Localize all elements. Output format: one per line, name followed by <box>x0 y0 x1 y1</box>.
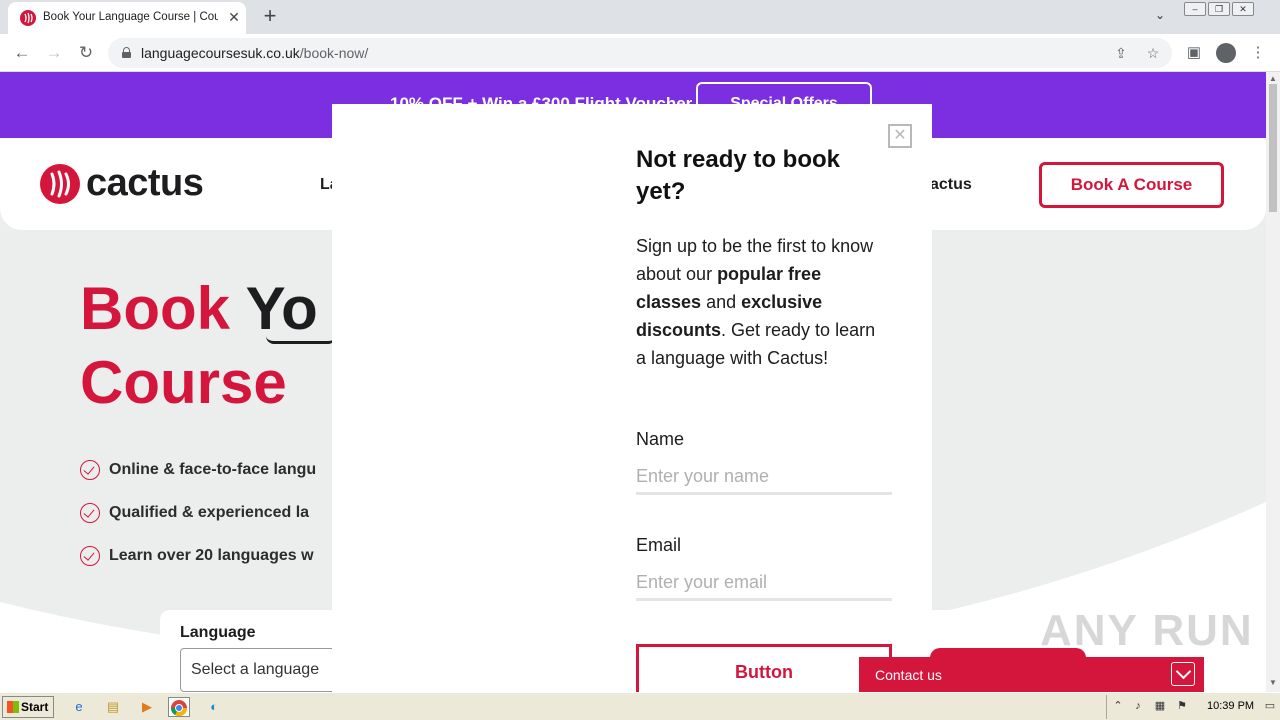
star-icon[interactable]: ☆ <box>1144 44 1162 62</box>
chevron-down-icon[interactable] <box>1171 662 1195 686</box>
show-desktop-icon[interactable]: ▭ <box>1263 699 1277 713</box>
submit-button[interactable]: Button <box>636 644 892 692</box>
reload-icon[interactable]: ↻ <box>74 41 98 65</box>
scroll-up-icon[interactable]: ▲ <box>1269 74 1277 83</box>
network-icon[interactable]: ▦ <box>1153 699 1167 713</box>
profile-icon[interactable] <box>1216 43 1236 63</box>
window-controls: – ❐ ✕ <box>1184 2 1254 16</box>
modal-close-icon[interactable]: ✕ <box>888 124 912 148</box>
language-label: Language <box>180 624 256 641</box>
lock-icon[interactable] <box>122 47 131 58</box>
internet-explorer-icon[interactable]: e <box>68 697 90 717</box>
back-arrow-icon[interactable]: ← <box>10 41 34 65</box>
feature-text: Online & face-to-face langu <box>109 461 317 478</box>
modal-body-text: Sign up to be the first to know about ou… <box>636 236 876 368</box>
nav-item-about-cactus[interactable]: actus <box>930 176 972 194</box>
system-tray: ⌃ ♪ ▦ ⚑ 10:39 PM ▭ <box>1106 695 1280 719</box>
tray-expand-icon[interactable]: ⌃ <box>1111 699 1125 713</box>
scroll-down-icon[interactable]: ▼ <box>1269 678 1277 687</box>
tab-search-chevron-icon[interactable]: ⌄ <box>1150 8 1170 26</box>
start-button[interactable]: Start <box>2 696 54 718</box>
kebab-menu-icon[interactable]: ⋮ <box>1248 43 1268 63</box>
address-bar[interactable]: languagecoursesuk.co.uk/book-now/ ⇪ ☆ <box>108 38 1172 68</box>
scrollbar-thumb[interactable] <box>1269 84 1277 212</box>
logo-text[interactable]: cactus <box>86 162 204 205</box>
chrome-icon[interactable] <box>168 697 190 717</box>
edge-icon[interactable]: ◐ <box>203 697 225 717</box>
hero-title-line2: Course <box>80 349 287 416</box>
tab-close-icon[interactable]: ✕ <box>226 9 242 25</box>
check-circle-icon <box>80 460 100 480</box>
contact-us-label: Contact us <box>875 667 942 683</box>
name-input[interactable] <box>636 461 892 495</box>
book-a-course-button[interactable]: Book A Course <box>1039 162 1224 208</box>
signup-modal: ✕ Not ready to book yet? Sign up to be t… <box>332 104 932 692</box>
hero-underline-decoration <box>266 336 336 344</box>
email-label: Email <box>636 535 682 555</box>
new-tab-button[interactable]: + <box>258 5 282 29</box>
flag-icon[interactable]: ⚑ <box>1175 699 1189 713</box>
contact-us-widget[interactable]: Contact us <box>859 657 1204 692</box>
tab-title: Book Your Language Course | Cours <box>43 11 218 23</box>
forward-arrow-icon[interactable]: → <box>42 41 66 65</box>
browser-tab-strip: Book Your Language Course | Cours ✕ + ⌄ … <box>0 0 1280 34</box>
cactus-favicon-icon <box>20 10 36 26</box>
modal-title: Not ready to book yet? <box>636 146 841 205</box>
browser-tab[interactable]: Book Your Language Course | Cours ✕ <box>8 2 246 34</box>
share-icon[interactable]: ⇪ <box>1112 44 1130 62</box>
hero-title: Book Yo Course <box>80 272 318 420</box>
windows-logo-icon <box>7 701 19 713</box>
cactus-logo-icon[interactable] <box>40 164 80 204</box>
media-player-icon[interactable]: ▶ <box>136 697 158 717</box>
sidepanel-icon[interactable]: ▣ <box>1184 43 1204 63</box>
email-input[interactable] <box>636 567 892 601</box>
web-page: 10% OFF + Win a £300 Flight Voucher Spec… <box>0 72 1266 692</box>
browser-toolbar: ← → ↻ languagecoursesuk.co.uk/book-now/ … <box>0 34 1280 72</box>
url-text[interactable]: languagecoursesuk.co.uk/book-now/ <box>141 45 368 61</box>
windows-taskbar: Start e ▤ ▶ ◐ ⌃ ♪ ▦ ⚑ 10:39 PM ▭ <box>0 692 1280 720</box>
volume-icon[interactable]: ♪ <box>1131 699 1145 713</box>
close-window-button[interactable]: ✕ <box>1232 2 1254 16</box>
clock: 10:39 PM <box>1207 700 1255 712</box>
hero-title-word: Book <box>80 275 230 342</box>
hero-title-word-dark: Yo <box>245 275 318 342</box>
minimize-button[interactable]: – <box>1184 2 1206 16</box>
file-explorer-icon[interactable]: ▤ <box>102 697 124 717</box>
restore-button[interactable]: ❐ <box>1208 2 1230 16</box>
page-scrollbar[interactable]: ▲ ▼ <box>1266 72 1280 692</box>
name-label: Name <box>636 429 685 449</box>
